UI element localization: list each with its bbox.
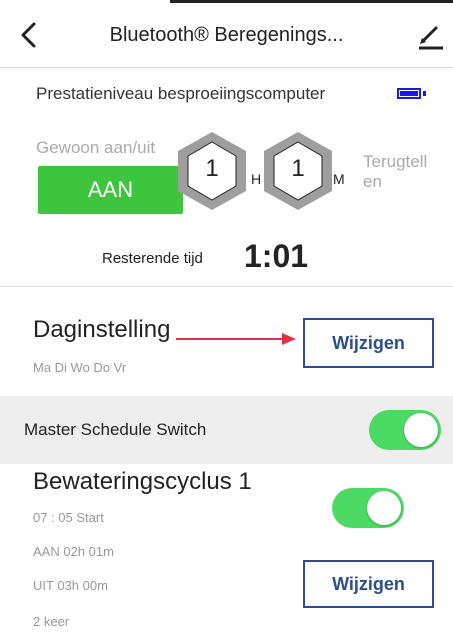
header-bar: Bluetooth® Beregenings... (0, 3, 453, 68)
master-schedule-label: Master Schedule Switch (24, 420, 207, 439)
day-setting-days: Ma Di Wo Do Vr (33, 360, 127, 375)
watering-cycle-card: Bewateringscyclus 1 07 : 05 Start AAN 02… (0, 464, 453, 638)
cycle-off-duration: UIT 03h 00m (33, 578, 108, 593)
arrow-right-icon (176, 333, 296, 345)
hours-value: 1 (205, 155, 219, 182)
pencil-icon (419, 26, 443, 50)
hours-picker[interactable]: 1 (176, 130, 248, 212)
cycle-edit-button[interactable]: Wijzigen (303, 560, 434, 608)
battery-cap (423, 91, 426, 96)
cycle-start: 07 : 05 Start (33, 510, 104, 525)
chevron-left-icon (21, 22, 36, 48)
page-title: Bluetooth® Beregenings... (109, 24, 344, 46)
countdown-label: Terugtell en (363, 152, 428, 191)
day-setting-title: Daginstelling (33, 316, 171, 343)
master-schedule-row: Master Schedule Switch (0, 396, 453, 464)
manual-mode-label: Gewoon aan/uit (36, 138, 156, 157)
back-button[interactable] (14, 19, 44, 51)
manual-on-button[interactable]: AAN (38, 166, 183, 214)
remaining-time-label: Resterende tijd (102, 250, 203, 267)
master-schedule-toggle[interactable] (369, 410, 441, 450)
cycle-title: Bewateringscyclus 1 (33, 468, 252, 495)
status-panel: Prestatieniveau besproeiingscomputer Gew… (0, 68, 453, 287)
toggle-knob (404, 413, 438, 447)
hours-unit: H (251, 171, 262, 187)
toggle-knob (367, 491, 401, 525)
day-setting-section: Daginstelling Ma Di Wo Do Vr Wijzigen (0, 288, 453, 393)
edit-button[interactable] (415, 21, 445, 51)
minutes-unit: M (333, 171, 345, 187)
minutes-picker[interactable]: 1 (262, 130, 334, 212)
performance-label: Prestatieniveau besproeiingscomputer (36, 84, 326, 103)
cycle-repeat: 2 keer (33, 614, 70, 629)
remaining-time-value: 1:01 (244, 238, 309, 274)
cycle-toggle[interactable] (332, 488, 404, 528)
cycle-on-duration: AAN 02h 01m (33, 544, 114, 559)
day-setting-edit-button[interactable]: Wijzigen (303, 318, 434, 368)
battery-level (400, 91, 418, 96)
minutes-value: 1 (291, 155, 305, 182)
